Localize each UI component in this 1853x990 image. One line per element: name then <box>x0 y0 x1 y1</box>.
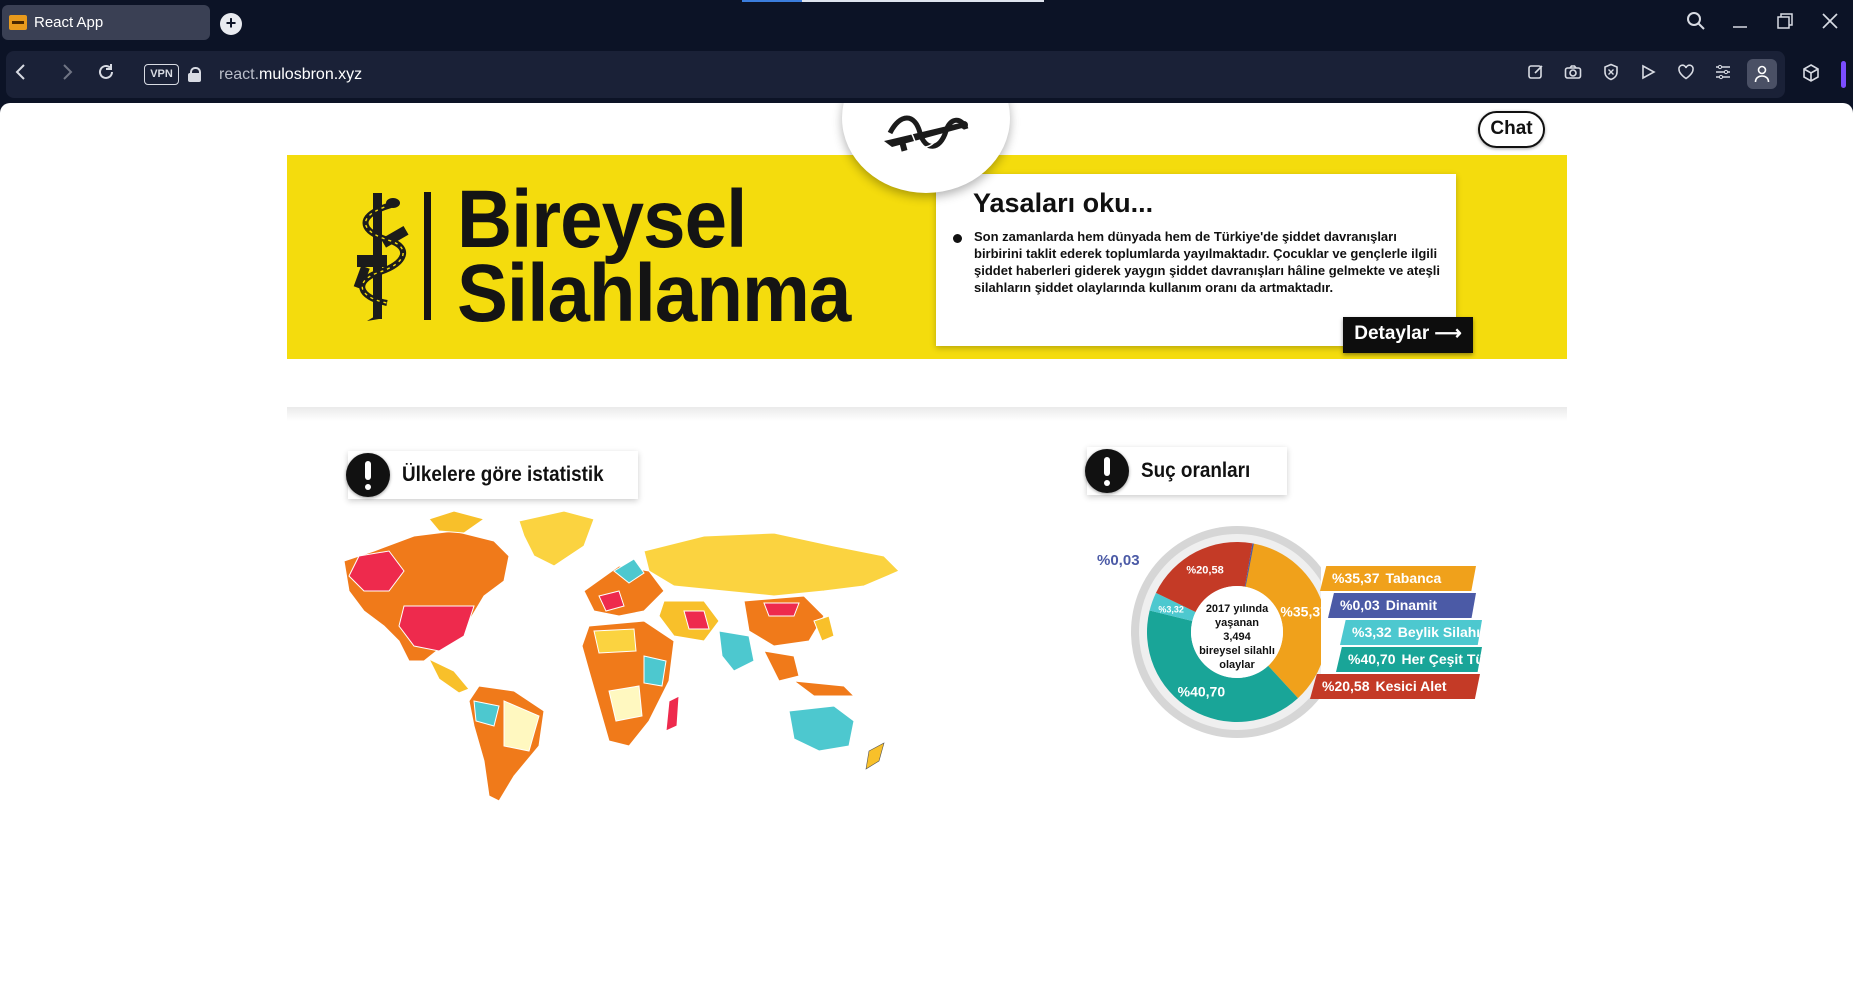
title-bar <box>0 0 1853 48</box>
vpn-badge[interactable]: VPN <box>144 64 179 85</box>
profile-button[interactable] <box>1747 59 1777 89</box>
exclamation-icon <box>346 453 390 497</box>
legend-pct: %0,03 <box>1340 597 1380 613</box>
legend-item: %0,03 Dinamit <box>1328 593 1476 618</box>
banner-separator <box>424 192 431 320</box>
restore-icon[interactable] <box>1772 11 1798 37</box>
section-divider <box>287 407 1567 421</box>
legend-label: Beylik Silahı <box>1397 624 1481 640</box>
gun-snake-logo-icon <box>884 115 969 152</box>
play-icon[interactable] <box>1637 63 1659 85</box>
legend-item: %35,37 Tabanca <box>1320 566 1476 591</box>
crime-rates-heading: Suç oranları <box>1085 447 1287 495</box>
crime-donut-chart: 2017 yılında yaşanan 3,494 bireysel sila… <box>1131 526 1321 738</box>
url-text[interactable]: react.mulosbron.xyz <box>219 66 362 84</box>
user-icon <box>1754 65 1770 83</box>
forward-icon[interactable] <box>55 62 79 88</box>
exclamation-icon <box>1085 449 1129 493</box>
legend-pct: %35,37 <box>1332 570 1380 586</box>
legend-label: Her Çeşit Tüfek <box>1401 651 1505 667</box>
donut-center-line5: olaylar <box>1219 659 1255 671</box>
back-icon[interactable] <box>9 62 33 88</box>
details-button[interactable]: Detaylar ⟶ <box>1343 317 1473 353</box>
donut-slice-label: %3,32 <box>1158 604 1184 614</box>
chat-button[interactable]: Chat <box>1478 111 1545 148</box>
legend-item: %40,70 Her Çeşit Tüfek <box>1336 647 1482 672</box>
world-map <box>344 511 900 802</box>
country-stats-heading: Ülkelere göre istatistik <box>346 451 638 499</box>
camera-icon[interactable] <box>1562 63 1584 85</box>
legend-pct: %20,58 <box>1322 678 1370 694</box>
close-icon[interactable] <box>1817 11 1843 37</box>
legend-label: Dinamit <box>1385 597 1438 613</box>
legend-label: Kesici Alet <box>1375 678 1447 694</box>
rifle-snake-icon <box>353 193 409 321</box>
legend-item: %3,32 Beylik Silahı <box>1340 620 1482 645</box>
lock-icon[interactable] <box>188 67 201 82</box>
donut-center-line4: bireysel silahlı <box>1199 645 1275 657</box>
new-tab-button[interactable]: + <box>220 13 242 35</box>
donut-slice-label: %40,70 <box>1178 683 1226 699</box>
settings-icon[interactable] <box>1712 63 1734 85</box>
donut-slice-label: %20,58 <box>1186 565 1223 577</box>
url-domain: mulosbron.xyz <box>259 66 363 83</box>
favicon-icon <box>9 15 27 30</box>
sidebar-accent <box>1841 61 1846 88</box>
legend-pct: %40,70 <box>1348 651 1396 667</box>
url-prefix: react. <box>219 66 260 83</box>
donut-center-line3: 3,494 <box>1223 631 1251 643</box>
adblock-icon[interactable] <box>1600 63 1622 85</box>
legend-item: %20,58 Kesici Alet <box>1310 674 1480 699</box>
reload-icon[interactable] <box>94 62 118 88</box>
donut-center-line2: yaşanan <box>1215 617 1259 629</box>
legend-pct: %3,32 <box>1352 624 1392 640</box>
card-text: Son zamanlarda hem dünyada hem de Türkiy… <box>974 229 1441 295</box>
search-icon[interactable] <box>1683 11 1709 37</box>
edit-icon[interactable] <box>1525 63 1547 85</box>
donut-slice-label: %35,37 <box>1280 603 1321 619</box>
banner-title: Bireysel Silahlanma <box>457 174 851 339</box>
country-stats-title: Ülkelere göre istatistik <box>402 463 604 486</box>
card-title: Yasaları oku... <box>973 188 1154 218</box>
tab-title: React App <box>34 14 104 31</box>
web-page: Chat Bireysel Silahlanma Yasaları oku...… <box>0 103 1853 990</box>
legend-label: Tabanca <box>1385 570 1442 586</box>
donut-center-line1: 2017 yılında <box>1206 603 1269 615</box>
banner-title-line2: Silahlanma <box>457 248 851 339</box>
heart-icon[interactable] <box>1675 63 1697 85</box>
crime-rates-title: Suç oranları <box>1141 459 1251 482</box>
outside-slice-label: %0,03 <box>1097 552 1140 569</box>
cube-icon[interactable] <box>1801 63 1823 85</box>
minimize-icon[interactable] <box>1727 11 1753 37</box>
banner-title-line1: Bireysel <box>457 174 747 265</box>
bullet-icon <box>953 234 962 243</box>
loading-bar <box>742 0 1044 2</box>
tab-react-app[interactable]: React App <box>2 5 210 40</box>
